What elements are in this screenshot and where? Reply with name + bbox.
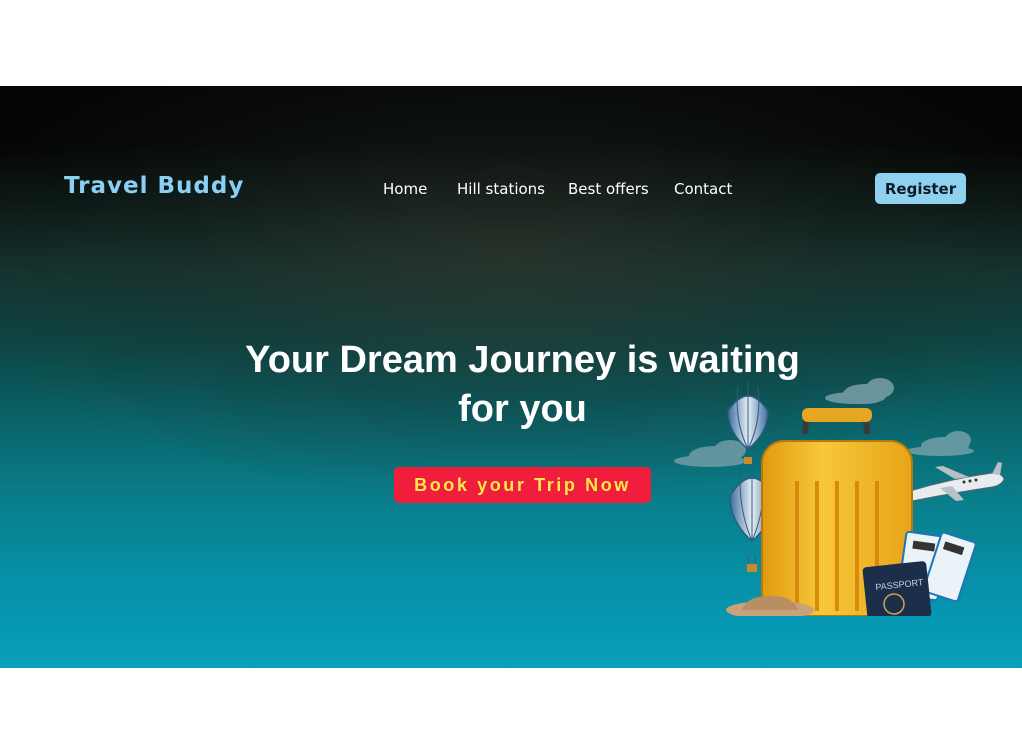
nav-link-home[interactable]: Home (383, 180, 427, 198)
nav-link-hill-stations[interactable]: Hill stations (457, 180, 545, 198)
travel-illustration: PASSPORT (674, 378, 1005, 616)
book-trip-button[interactable]: Book your Trip Now (394, 467, 651, 503)
cloud-icon (825, 378, 894, 404)
register-button[interactable]: Register (875, 173, 966, 204)
nav-link-best-offers[interactable]: Best offers (568, 180, 649, 198)
hero-section: Travel Buddy Home Hill stations Best off… (0, 86, 1022, 668)
cloud-icon (674, 440, 746, 467)
nav-link-contact[interactable]: Contact (674, 180, 732, 198)
cloud-icon (906, 431, 974, 456)
brand-logo[interactable]: Travel Buddy (64, 173, 244, 199)
airplane-icon (907, 462, 1005, 502)
passport-icon: PASSPORT (862, 561, 932, 616)
